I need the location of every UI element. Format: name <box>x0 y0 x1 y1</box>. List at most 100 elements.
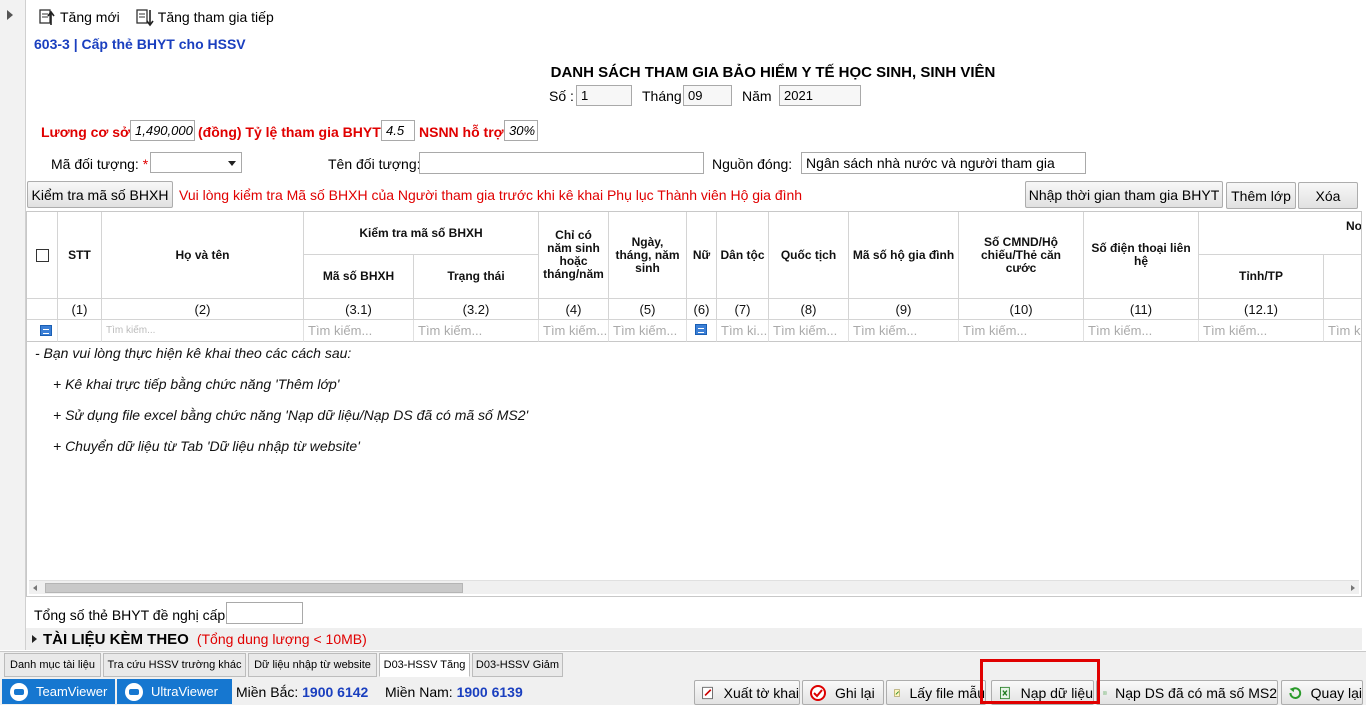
ty-le-label: (đồng) Tỷ lệ tham gia BHYT <box>198 124 381 140</box>
horizontal-scrollbar[interactable] <box>29 580 1359 594</box>
left-collapse-strip[interactable] <box>0 0 26 650</box>
luong-co-so-label: Lương cơ sở <box>41 124 131 140</box>
luong-co-so-field[interactable]: 1,490,000 <box>130 120 195 141</box>
save-button[interactable]: Ghi lại <box>802 680 884 705</box>
nguon-dong-field[interactable]: Ngân sách nhà nước và người tham gia <box>801 152 1086 174</box>
num-cell-select <box>27 299 58 320</box>
teamviewer-button[interactable]: TeamViewer <box>2 679 115 704</box>
col-nu: Nữ <box>687 212 717 299</box>
chevron-down-icon <box>228 161 236 166</box>
search-dan-toc-input[interactable]: Tìm ki... <box>717 320 769 342</box>
delete-button[interactable]: Xóa <box>1298 182 1358 209</box>
col-dan-toc: Dân tộc <box>717 212 769 299</box>
col-ma-so-bhxh: Mã số BHXH <box>304 255 414 299</box>
ten-doi-tuong-label: Tên đối tượng: <box>328 156 421 172</box>
data-grid: STT Họ và tên Kiểm tra mã số BHXH Mã số … <box>26 211 1362 597</box>
nguon-dong-label: Nguồn đóng: <box>712 156 793 172</box>
num-cell: (3.2) <box>414 299 539 320</box>
search-ma-so-input[interactable]: Tìm kiếm... <box>304 320 414 342</box>
search-ngay-sinh-input[interactable]: Tìm kiếm... <box>609 320 687 342</box>
scroll-right-icon[interactable] <box>1351 585 1355 591</box>
num-cell: (3.1) <box>304 299 414 320</box>
load-data-button[interactable]: Nạp dữ liệu <box>991 680 1094 705</box>
tab-du-lieu-website[interactable]: Dữ liệu nhập từ website <box>248 653 377 677</box>
num-cell: (8) <box>769 299 849 320</box>
nsnn-field[interactable]: 30% <box>504 120 538 141</box>
total-field[interactable] <box>226 602 303 624</box>
ultraviewer-icon <box>125 682 143 701</box>
filter-nu-icon[interactable] <box>695 324 707 335</box>
export-label: Xuất tờ khai <box>723 684 799 701</box>
tab-danh-muc[interactable]: Danh mục tài liệu <box>4 653 101 677</box>
attachments-section[interactable]: TÀI LIỆU KÈM THEO (Tổng dung lượng < 10M… <box>26 628 1362 650</box>
ultraviewer-button[interactable]: UltraViewer <box>117 679 232 704</box>
save-label: Ghi lại <box>835 684 875 701</box>
nsnn-label: NSNN hỗ trợ <box>419 124 504 140</box>
num-cell: (6) <box>687 299 717 320</box>
load-ms2-button[interactable]: Nạp DS đã có mã số MS2 <box>1096 680 1278 705</box>
search-tinh-input[interactable]: Tìm kiếm... <box>1199 320 1324 342</box>
num-cell: (1) <box>58 299 102 320</box>
instructions: - Bạn vui lòng thực hiện kê khai theo cá… <box>35 345 528 469</box>
search-stt[interactable] <box>58 320 102 342</box>
app-window: Tăng mới Tăng tham gia tiếp 603-3 | Cấp … <box>0 0 1366 705</box>
tab-d03-tang[interactable]: D03-HSSV Tăng <box>379 653 470 677</box>
continue-button[interactable]: Tăng tham gia tiếp <box>130 3 278 31</box>
search-chi-co-nam-input[interactable]: Tìm kiếm... <box>539 320 609 342</box>
tab-d03-giam[interactable]: D03-HSSV Giảm <box>472 653 563 677</box>
col-ho-ten: Họ và tên <box>102 212 304 299</box>
search-sdt-input[interactable]: Tìm kiếm... <box>1084 320 1199 342</box>
ma-doi-tuong-select[interactable] <box>150 152 242 173</box>
thang-field[interactable]: 09 <box>683 85 732 106</box>
num-cell: (12.1) <box>1199 299 1324 320</box>
search-ma-ho-input[interactable]: Tìm kiếm... <box>849 320 959 342</box>
search-cut-input[interactable]: Tìm k <box>1324 320 1361 342</box>
bottom-tabs: Danh mục tài liệu Tra cứu HSSV trường kh… <box>0 651 1366 677</box>
load-ms2-label: Nạp DS đã có mã số MS2 <box>1115 684 1277 701</box>
expand-triangle-icon[interactable] <box>32 635 37 643</box>
attachments-note: (Tổng dung lượng < 10MB) <box>196 631 367 647</box>
search-ho-ten-input[interactable]: Tìm kiếm... <box>102 320 304 342</box>
search-trang-thai-input[interactable]: Tìm kiếm... <box>414 320 539 342</box>
num-cell: (9) <box>849 299 959 320</box>
add-class-button[interactable]: Thêm lớp <box>1226 182 1296 209</box>
col-tinh: Tỉnh/TP <box>1199 255 1324 299</box>
num-cell: (4) <box>539 299 609 320</box>
instruction-line: + Kê khai trực tiếp bằng chức năng 'Thêm… <box>53 376 340 392</box>
ten-doi-tuong-field[interactable] <box>419 152 704 174</box>
check-bhxh-button[interactable]: Kiểm tra mã số BHXH <box>27 181 173 208</box>
continue-label: Tăng tham gia tiếp <box>157 8 274 25</box>
filter-toggle-icon[interactable] <box>40 325 52 336</box>
select-all-checkbox[interactable] <box>35 248 49 262</box>
ty-le-field[interactable]: 4.5 <box>381 120 415 141</box>
tab-tra-cuu[interactable]: Tra cứu HSSV trường khác <box>103 653 246 677</box>
nam-field[interactable]: 2021 <box>779 85 861 106</box>
instruction-line: - Bạn vui lòng thực hiện kê khai theo cá… <box>35 345 352 361</box>
expand-arrow-icon[interactable] <box>7 10 13 20</box>
col-group-cut: No <box>1199 212 1361 255</box>
import-time-button[interactable]: Nhập thời gian tham gia BHYT <box>1025 181 1223 208</box>
num-cell: (2) <box>102 299 304 320</box>
south-label: Miền Nam: <box>385 684 453 700</box>
so-field[interactable]: 1 <box>576 85 632 106</box>
teamviewer-label: TeamViewer <box>36 684 108 699</box>
instruction-line: + Chuyển dữ liệu từ Tab 'Dữ liệu nhập từ… <box>53 438 360 454</box>
required-mark: * <box>142 156 149 172</box>
ma-doi-tuong-label: Mã đối tượng: * <box>51 156 148 172</box>
search-cmnd-input[interactable]: Tìm kiếm... <box>959 320 1084 342</box>
col-stt: STT <box>58 212 102 299</box>
back-button[interactable]: Quay lại <box>1281 680 1363 705</box>
hotline-north: Miền Bắc: 1900 6142 <box>236 684 368 700</box>
instruction-line: + Sử dụng file excel bằng chức năng 'Nạp… <box>53 407 529 423</box>
export-button[interactable]: Xuất tờ khai <box>694 680 800 705</box>
save-icon <box>810 684 826 701</box>
new-button[interactable]: Tăng mới <box>32 3 124 31</box>
toolbar: Tăng mới Tăng tham gia tiếp <box>26 0 1366 33</box>
template-button[interactable]: Lấy file mẫu <box>886 680 986 705</box>
total-label: Tổng số thẻ BHYT đề nghị cấp: <box>34 607 230 623</box>
search-quoc-tich-input[interactable]: Tìm kiếm... <box>769 320 849 342</box>
so-label: Số : <box>549 88 574 104</box>
scroll-thumb[interactable] <box>45 583 463 593</box>
load-data-label: Nạp dữ liệu <box>1020 684 1093 701</box>
scroll-left-icon[interactable] <box>33 585 37 591</box>
